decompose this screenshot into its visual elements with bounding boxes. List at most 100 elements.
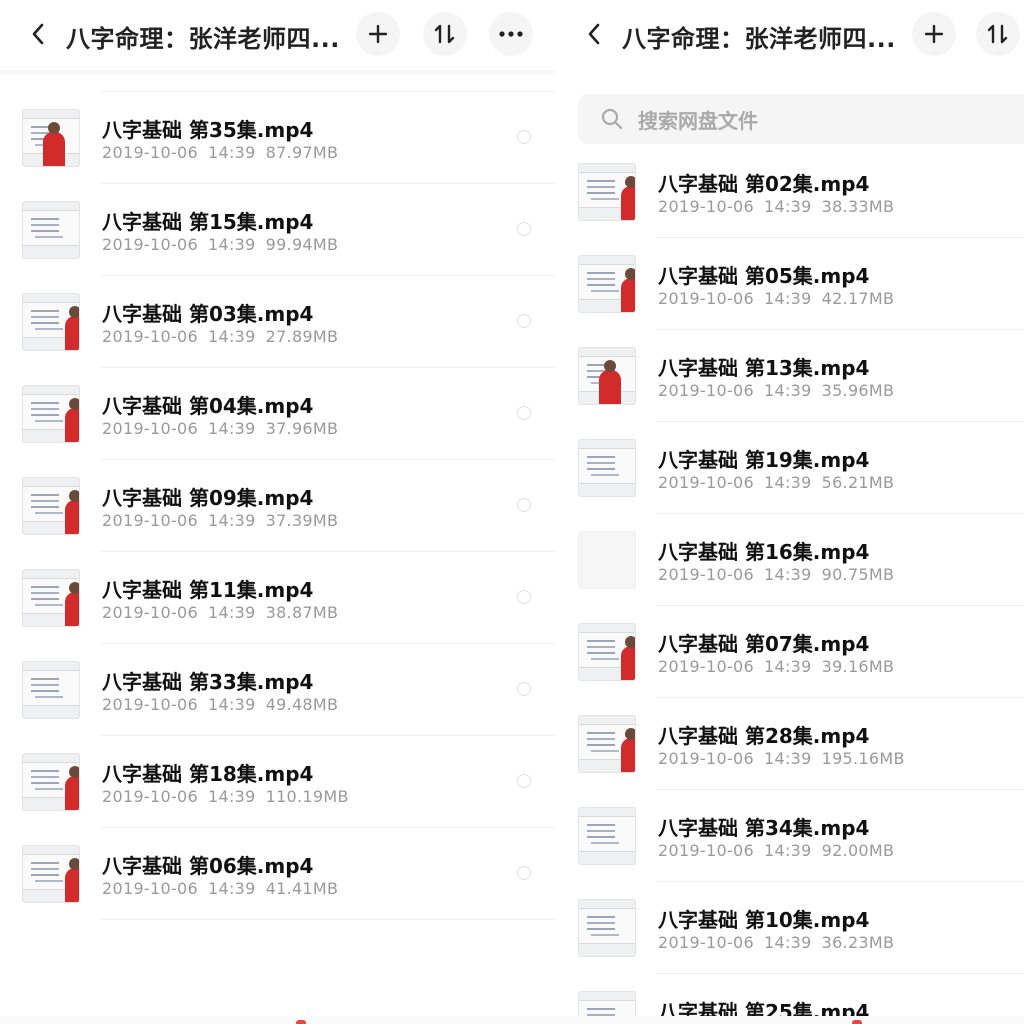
file-size: 90.75MB (821, 565, 895, 584)
video-thumbnail (22, 109, 80, 167)
sort-button[interactable] (976, 12, 1020, 56)
file-row[interactable]: 八字基础 第18集.mp4 2019-10-06 14:39 110.19MB (0, 736, 556, 828)
select-radio-icon[interactable] (517, 222, 531, 236)
file-name: 八字基础 第09集.mp4 (102, 486, 314, 510)
video-thumbnail (578, 163, 636, 221)
file-row[interactable]: 八字基础 第28集.mp4 2019-10-06 14:39 195.16MB (556, 698, 1024, 790)
file-meta: 2019-10-06 14:39 195.16MB (658, 749, 905, 768)
header: 八字命理：张洋老师四... (0, 0, 556, 70)
video-thumbnail (578, 347, 636, 405)
file-date: 2019-10-06 (102, 695, 198, 714)
file-row[interactable]: 八字基础 第02集.mp4 2019-10-06 14:39 38.33MB (556, 146, 1024, 238)
file-meta: 2019-10-06 14:39 56.21MB (658, 473, 894, 492)
sort-button[interactable] (423, 12, 467, 56)
file-size: 35.96MB (821, 381, 895, 400)
file-row[interactable]: 八字基础 第33集.mp4 2019-10-06 14:39 49.48MB (0, 644, 556, 736)
file-time: 14:39 (207, 603, 256, 622)
sort-icon (434, 24, 455, 44)
file-date: 2019-10-06 (102, 235, 198, 254)
file-meta: 2019-10-06 14:39 38.87MB (102, 603, 338, 622)
page-title: 八字命理：张洋老师四... (622, 25, 896, 53)
video-thumbnail (578, 623, 636, 681)
file-time: 14:39 (763, 197, 812, 216)
file-time: 14:39 (207, 235, 256, 254)
file-name: 八字基础 第19集.mp4 (658, 448, 870, 472)
video-thumbnail (22, 477, 80, 535)
file-meta: 2019-10-06 14:39 37.39MB (102, 511, 338, 530)
chevron-left-icon (32, 23, 44, 45)
back-button[interactable] (22, 18, 54, 50)
chevron-left-icon (588, 23, 600, 45)
file-meta: 2019-10-06 14:39 41.41MB (102, 879, 338, 898)
select-radio-icon[interactable] (517, 314, 531, 328)
bottom-bar (556, 1016, 1024, 1024)
file-time: 14:39 (207, 879, 256, 898)
file-date: 2019-10-06 (658, 933, 754, 952)
file-name: 八字基础 第15集.mp4 (102, 210, 314, 234)
file-meta: 2019-10-06 14:39 99.94MB (102, 235, 338, 254)
select-radio-icon[interactable] (517, 406, 531, 420)
file-meta: 2019-10-06 14:39 49.48MB (102, 695, 338, 714)
file-name: 八字基础 第34集.mp4 (658, 816, 870, 840)
file-row[interactable]: 八字基础 第13集.mp4 2019-10-06 14:39 35.96MB (556, 330, 1024, 422)
file-date: 2019-10-06 (658, 657, 754, 676)
file-row[interactable]: 八字基础 第11集.mp4 2019-10-06 14:39 38.87MB (0, 552, 556, 644)
video-thumbnail (22, 569, 80, 627)
video-thumbnail (578, 807, 636, 865)
search-bar[interactable]: 搜索网盘文件 (578, 94, 1024, 144)
select-radio-icon[interactable] (517, 130, 531, 144)
back-button[interactable] (578, 18, 610, 50)
file-date: 2019-10-06 (658, 197, 754, 216)
file-date: 2019-10-06 (658, 289, 754, 308)
video-thumbnail (578, 715, 636, 773)
file-row[interactable]: 八字基础 第07集.mp4 2019-10-06 14:39 39.16MB (556, 606, 1024, 698)
file-row[interactable]: 八字基础 第09集.mp4 2019-10-06 14:39 37.39MB (0, 460, 556, 552)
more-button[interactable] (489, 12, 533, 56)
select-radio-icon[interactable] (517, 774, 531, 788)
video-thumbnail (578, 255, 636, 313)
file-row[interactable]: 八字基础 第15集.mp4 2019-10-06 14:39 99.94MB (0, 184, 556, 276)
file-row[interactable]: 八字基础 第05集.mp4 2019-10-06 14:39 42.17MB (556, 238, 1024, 330)
file-time: 14:39 (763, 841, 812, 860)
file-row[interactable]: 八字基础 第03集.mp4 2019-10-06 14:39 27.89MB (0, 276, 556, 368)
select-radio-icon[interactable] (517, 866, 531, 880)
file-date: 2019-10-06 (102, 419, 198, 438)
file-row[interactable]: 八字基础 第10集.mp4 2019-10-06 14:39 36.23MB (556, 882, 1024, 974)
file-time: 14:39 (763, 565, 812, 584)
file-row[interactable]: 八字基础 第06集.mp4 2019-10-06 14:39 41.41MB (0, 828, 556, 920)
select-radio-icon[interactable] (517, 590, 531, 604)
file-row[interactable]: 八字基础 第34集.mp4 2019-10-06 14:39 92.00MB (556, 790, 1024, 882)
video-thumbnail (22, 385, 80, 443)
file-date: 2019-10-06 (658, 749, 754, 768)
file-name: 八字基础 第04集.mp4 (102, 394, 314, 418)
search-placeholder: 搜索网盘文件 (638, 108, 758, 133)
file-time: 14:39 (763, 473, 812, 492)
file-row[interactable]: 八字基础 第04集.mp4 2019-10-06 14:39 37.96MB (0, 368, 556, 460)
file-name: 八字基础 第16集.mp4 (658, 540, 870, 564)
select-radio-icon[interactable] (517, 682, 531, 696)
plus-icon (369, 25, 387, 43)
search-icon (600, 107, 624, 131)
file-row[interactable]: 八字基础 第19集.mp4 2019-10-06 14:39 56.21MB (556, 422, 1024, 514)
file-name: 八字基础 第13集.mp4 (658, 356, 870, 380)
more-horizontal-icon (499, 31, 523, 37)
file-date: 2019-10-06 (658, 473, 754, 492)
add-button[interactable] (912, 12, 956, 56)
video-thumbnail (578, 531, 636, 589)
file-date: 2019-10-06 (658, 381, 754, 400)
file-row[interactable]: 八字基础 第16集.mp4 2019-10-06 14:39 90.75MB (556, 514, 1024, 606)
file-meta: 2019-10-06 14:39 38.33MB (658, 197, 894, 216)
file-row[interactable]: 八字基础 第35集.mp4 2019-10-06 14:39 87.97MB (0, 92, 556, 184)
right-panel: 八字命理：张洋老师四... 搜索网盘文件 八字基础 第02集.mp4 2019-1… (556, 0, 1024, 1024)
file-time: 14:39 (763, 749, 812, 768)
file-meta: 2019-10-06 14:39 39.16MB (658, 657, 894, 676)
select-radio-icon[interactable] (517, 498, 531, 512)
video-thumbnail (22, 753, 80, 811)
file-time: 14:39 (207, 695, 256, 714)
file-date: 2019-10-06 (102, 327, 198, 346)
file-size: 38.87MB (265, 603, 339, 622)
file-size: 37.96MB (265, 419, 339, 438)
add-button[interactable] (356, 12, 400, 56)
file-time: 14:39 (763, 381, 812, 400)
header-shadow (0, 70, 556, 76)
